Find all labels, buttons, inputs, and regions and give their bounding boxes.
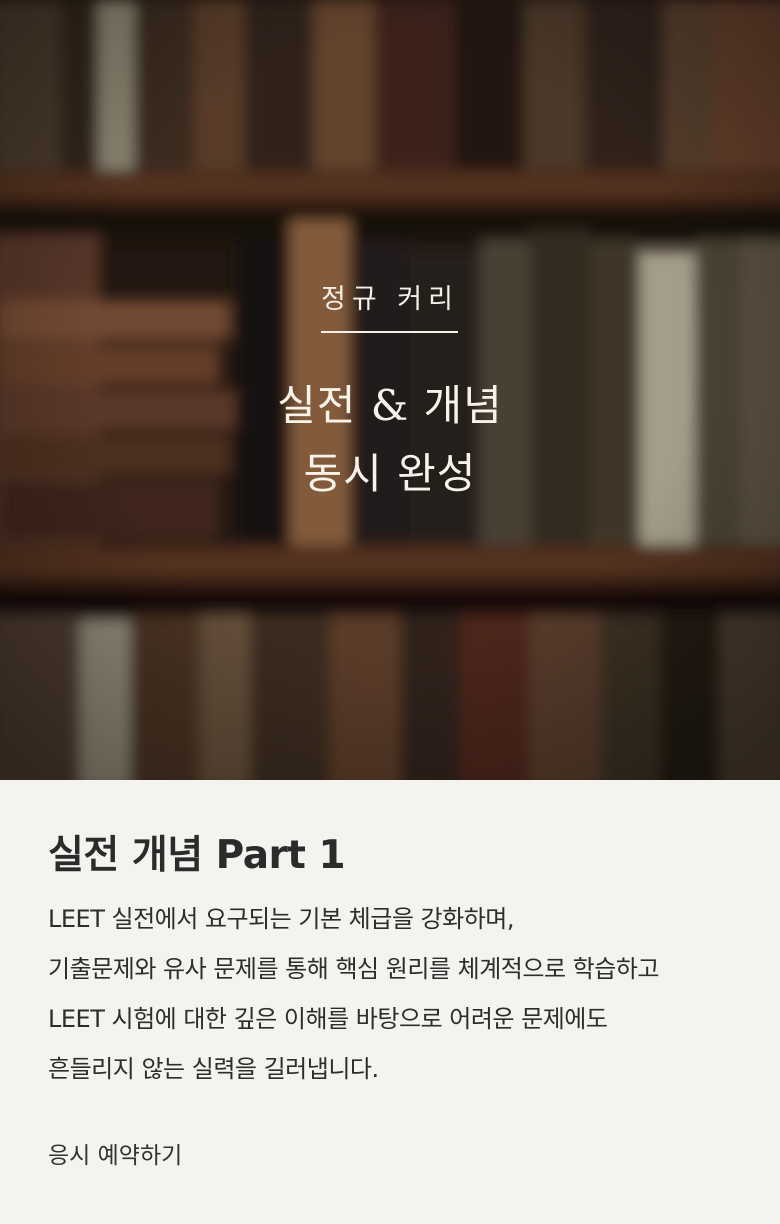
- course-info-panel: 실전 개념 Part 1 LEET 실전에서 요구되는 기본 체급을 강화하며,…: [0, 780, 780, 1224]
- description-line: LEET 시험에 대한 깊은 이해를 바탕으로 어려운 문제에도: [48, 1005, 608, 1033]
- hero-title: 실전 & 개념 동시 완성: [0, 372, 780, 508]
- course-description: LEET 실전에서 요구되는 기본 체급을 강화하며, 기출문제와 유사 문제를…: [48, 894, 748, 1094]
- course-title: 실전 개념 Part 1: [48, 833, 346, 878]
- eyebrow-underline: [321, 331, 458, 333]
- description-line: LEET 실전에서 요구되는 기본 체급을 강화하며,: [48, 905, 515, 933]
- hero-title-line-1: 실전 & 개념: [277, 381, 503, 430]
- hero-content: 정규 커리 실전 & 개념 동시 완성: [0, 0, 780, 780]
- description-line: 흔들리지 않는 실력을 길러냅니다.: [48, 1055, 379, 1083]
- hero-eyebrow: 정규 커리: [321, 284, 459, 315]
- hero-title-line-2: 동시 완성: [303, 449, 477, 498]
- reserve-exam-link[interactable]: 응시 예약하기: [48, 1136, 182, 1176]
- description-line: 기출문제와 유사 문제를 통해 핵심 원리를 체계적으로 학습하고: [48, 955, 659, 983]
- hero-banner: 정규 커리 실전 & 개념 동시 완성: [0, 0, 780, 780]
